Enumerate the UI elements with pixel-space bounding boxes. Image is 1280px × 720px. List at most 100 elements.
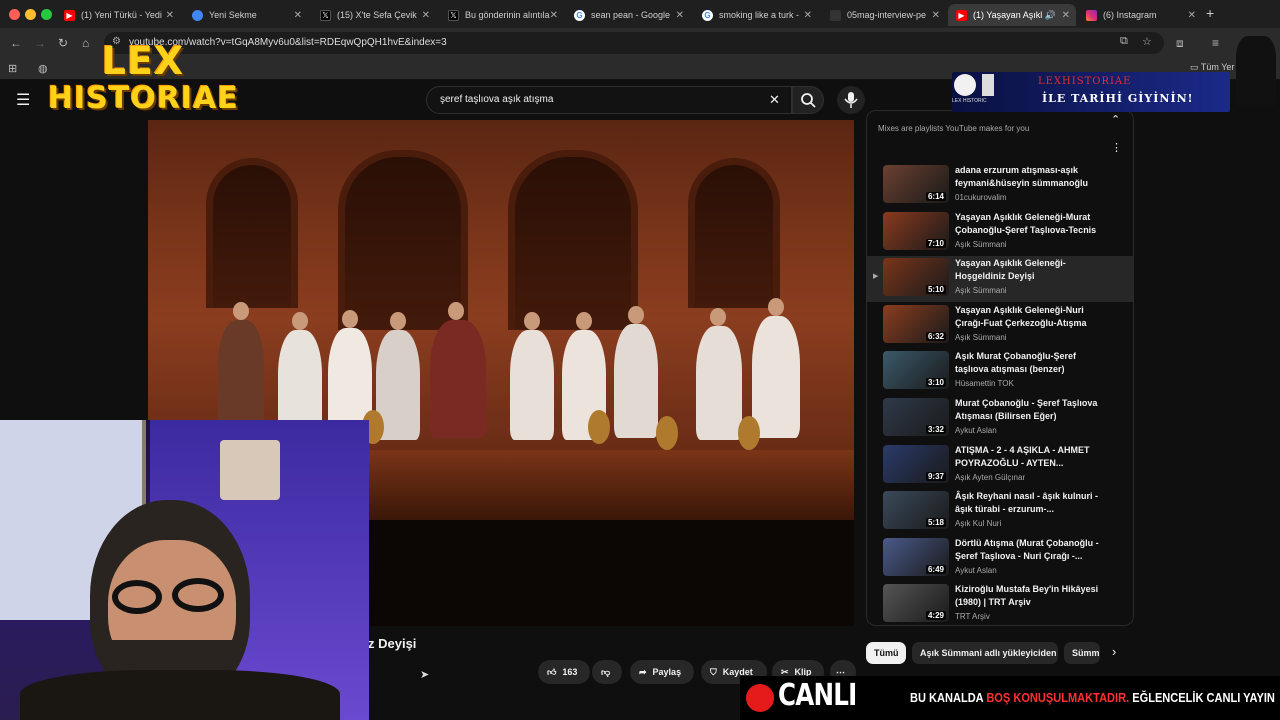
playlist-item[interactable]: 7:10 Yaşayan Aşıklık Geleneği-Murat Çoban… (867, 210, 1133, 256)
playlist-menu-icon[interactable]: ⋮ (1111, 141, 1122, 154)
new-tab-button[interactable]: + (1206, 5, 1214, 21)
lex-historiae-banner: LEX HISTORIC LEXHISTORIAE İLE TARİHİ GİY… (952, 72, 1230, 112)
tab-label: (1) Yaşayan Aşıkl (973, 10, 1043, 20)
video-thumbnail[interactable]: 7:10 (883, 211, 949, 250)
playlist-item[interactable]: 3:32 Murat Çobanoğlu - Şeref Taşlıova Atı… (867, 396, 1133, 442)
tab-yasayan-asiklik[interactable]: ▶ (1) Yaşayan Aşıkl 🔊 ✕ (948, 4, 1076, 26)
playlist-item-title[interactable]: Yaşayan Aşıklık Geleneği-Murat Çobanoğlu… (955, 211, 1105, 237)
close-tab-icon[interactable]: ✕ (166, 10, 174, 21)
video-thumbnail[interactable]: 5:10 (883, 258, 949, 297)
audio-playing-icon[interactable]: 🔊 (1045, 10, 1056, 21)
playlist-item[interactable]: 9:37 ATIŞMA - 2 - 4 AŞIKLA - AHMET POYRAZ… (867, 443, 1133, 489)
playlist-item-title[interactable]: Aşık Murat Çobanoğlu-Şeref taşlıova atış… (955, 350, 1105, 376)
playlist-item[interactable]: 4:29 Kiziroğlu Mustafa Bey'in Hikâyesi (1… (867, 582, 1133, 625)
playlist-item[interactable]: 6:32 Yaşayan Aşıklık Geleneği-Nuri Çırağı… (867, 303, 1133, 349)
playlist-item-title[interactable]: adana erzurum atışması-aşık feymani&hüse… (955, 164, 1105, 190)
playlist-item-title[interactable]: Yaşayan Aşıklık Geleneği-Nuri Çırağı-Fua… (955, 304, 1105, 330)
hamburger-menu-icon[interactable]: ☰ (16, 90, 30, 110)
tab-instagram[interactable]: (6) Instagram ✕ (1078, 4, 1202, 26)
saz-instrument (738, 416, 760, 450)
video-thumbnail[interactable]: 6:49 (883, 537, 949, 576)
video-thumbnail[interactable]: 3:10 (883, 351, 949, 390)
chip-summani[interactable]: Sümm (1064, 642, 1100, 664)
tab-x-sefa[interactable]: 𝕏 (15) X'te Sefa Çevik ✕ (312, 4, 436, 26)
video-thumbnail[interactable]: 9:37 (883, 444, 949, 483)
tab-yeni-turku[interactable]: ▶ (1) Yeni Türkü - Yedi ✕ (56, 4, 180, 26)
video-thumbnail[interactable]: 5:18 (883, 491, 949, 530)
playlist-item[interactable]: 3:10 Aşık Murat Çobanoğlu-Şeref taşlıova … (867, 349, 1133, 395)
playlist-item-title[interactable]: Yaşayan Aşıklık Geleneği-Hoşgeldiniz Dey… (955, 257, 1105, 283)
tab-search-icon[interactable]: ≡ (1212, 36, 1219, 50)
playlist-item-title[interactable]: Murat Çobanoğlu - Şeref Taşlıova Atışmas… (955, 397, 1105, 423)
close-tab-icon[interactable]: ✕ (804, 10, 812, 21)
minimize-window-button[interactable] (25, 9, 36, 20)
playlist-item[interactable]: 6:14 adana erzurum atışması-aşık feymani&… (867, 163, 1133, 209)
tab-05mag[interactable]: 05mag-interview-pe ✕ (822, 4, 946, 26)
tab-label: smoking like a turk - (719, 10, 800, 20)
close-tab-icon[interactable]: ✕ (676, 10, 684, 21)
like-count: 163 (562, 667, 578, 677)
playlist-item-title[interactable]: ATIŞMA - 2 - 4 AŞIKLA - AHMET POYRAZOĞLU… (955, 444, 1105, 470)
playlist-item[interactable]: 5:18 Âşık Reyhani nasıl - âşık kulnuri - … (867, 489, 1133, 535)
tab-google-sean[interactable]: G sean pean - Google ✕ (566, 4, 690, 26)
performer-figure (696, 326, 742, 440)
google-icon: G (702, 9, 713, 21)
dislike-button[interactable]: 👎︎ (592, 660, 622, 684)
playlist-item[interactable]: 6:49 Dörtlü Atışma (Murat Çobanoğlu - Şer… (867, 536, 1133, 582)
maximize-window-button[interactable] (41, 9, 52, 20)
video-duration: 3:32 (925, 425, 946, 434)
search-query-text: şeref taşlıova aşık atışma (440, 94, 554, 105)
close-tab-icon[interactable]: ✕ (294, 10, 302, 21)
clear-search-icon[interactable]: ✕ (769, 92, 780, 108)
glasses-icon (172, 578, 224, 612)
share-label: Paylaş (652, 667, 682, 677)
playlist-item[interactable]: ▶ 5:10 Yaşayan Aşıklık Geleneği-Hoşgeldini… (867, 256, 1133, 303)
share-button[interactable]: ➦ Paylaş (630, 660, 694, 684)
close-tab-icon[interactable]: ✕ (550, 10, 558, 21)
live-label: CANLI (778, 678, 857, 713)
close-tab-icon[interactable]: ✕ (1188, 10, 1196, 21)
tab-yeni-sekme[interactable]: Yeni Sekme ✕ (184, 4, 308, 26)
video-thumbnail[interactable]: 6:14 (883, 165, 949, 203)
close-tab-icon[interactable]: ✕ (932, 10, 940, 21)
video-duration: 5:10 (925, 285, 946, 295)
video-thumbnail[interactable]: 3:32 (883, 398, 949, 436)
tab-label: (6) Instagram (1103, 10, 1157, 20)
like-button[interactable]: 👍︎ 163 (538, 660, 590, 684)
cast-icon[interactable]: ⧉ (1120, 35, 1128, 48)
playlist-item-title[interactable]: Dörtlü Atışma (Murat Çobanoğlu - Şeref T… (955, 537, 1105, 563)
chevron-right-icon[interactable]: › (1112, 644, 1116, 659)
live-dot-icon (746, 684, 774, 712)
close-tab-icon[interactable]: ✕ (1062, 10, 1070, 21)
x-icon: 𝕏 (448, 9, 459, 21)
voice-search-button[interactable] (837, 86, 865, 114)
bookmark-star-icon[interactable]: ☆ (1142, 35, 1152, 48)
search-input[interactable]: şeref taşlıova aşık atışma ✕ (426, 86, 792, 114)
playlist-item-title[interactable]: Kiziroğlu Mustafa Bey'in Hikâyesi (1980)… (955, 583, 1105, 609)
playlist-item-title[interactable]: Âşık Reyhani nasıl - âşık kulnuri - âşık… (955, 490, 1105, 516)
performer-figure (752, 316, 800, 438)
thumbs-down-icon: 👎︎ (601, 666, 611, 677)
collapse-chevron-icon[interactable]: ⌃ (1111, 113, 1120, 126)
tab-google-smoking[interactable]: G smoking like a turk - ✕ (694, 4, 818, 26)
video-thumbnail[interactable]: 4:29 (883, 584, 949, 623)
address-bar[interactable]: ⚙ youtube.com/watch?v=tGqA8Myv6u0&list=R… (104, 32, 1164, 54)
apps-grid-icon[interactable]: ⊞ (8, 62, 17, 75)
back-arrow-icon[interactable]: ← (10, 36, 22, 50)
chip-all[interactable]: Tümü (866, 642, 906, 664)
close-window-button[interactable] (9, 9, 20, 20)
video-thumbnail[interactable]: 6:32 (883, 304, 949, 343)
chip-from-uploader[interactable]: Aşık Sümmani adlı yükleyiciden (912, 642, 1058, 664)
mouse-cursor-icon: ➤ (420, 669, 430, 681)
saz-instrument (656, 416, 678, 450)
thumbs-up-icon: 👍︎ (547, 666, 557, 677)
globe-icon[interactable]: ◍ (38, 62, 48, 75)
search-button[interactable] (792, 86, 824, 114)
tab-x-quote[interactable]: 𝕏 Bu gönderinin alıntıla ✕ (440, 4, 564, 26)
close-tab-icon[interactable]: ✕ (422, 10, 430, 21)
google-icon: G (574, 9, 585, 21)
forward-arrow-icon[interactable]: → (34, 36, 46, 50)
performer-head (233, 302, 249, 320)
extensions-icon[interactable]: ⧈ (1176, 36, 1184, 51)
folder-icon: ▭ (1190, 62, 1199, 72)
